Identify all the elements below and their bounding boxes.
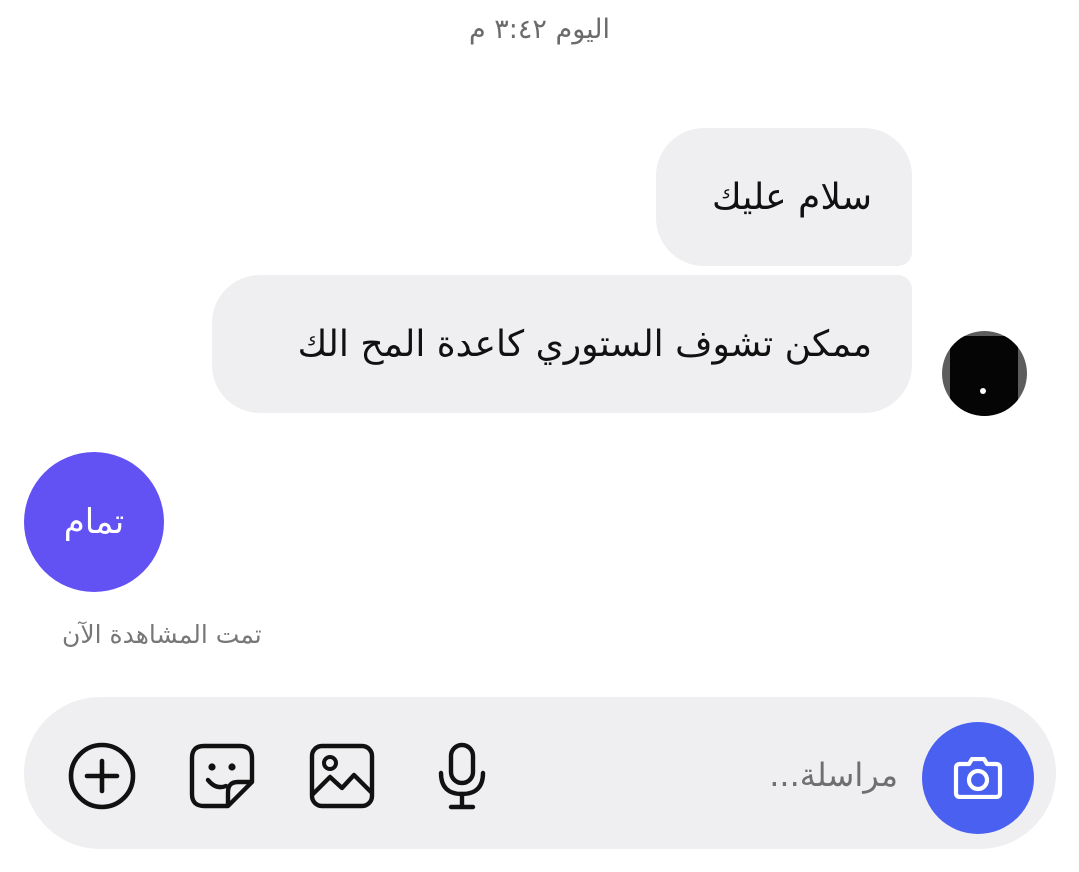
camera-button[interactable] — [922, 722, 1034, 834]
chat-timestamp: اليوم ٣:٤٢ م — [468, 14, 611, 45]
microphone-icon — [438, 742, 486, 810]
add-button[interactable] — [62, 736, 142, 816]
message-composer — [24, 697, 1056, 849]
contact-avatar[interactable] — [942, 331, 1027, 416]
message-input[interactable] — [600, 745, 898, 805]
avatar-dot — [980, 388, 986, 394]
sticker-button[interactable] — [182, 736, 262, 816]
sticker-icon — [189, 743, 255, 809]
incoming-message-bubble[interactable]: ممكن تشوف الستوري كاعدة المح الك — [212, 275, 912, 413]
gallery-icon — [309, 743, 375, 809]
gallery-button[interactable] — [302, 736, 382, 816]
incoming-message-bubble[interactable]: سلام عليك — [656, 128, 912, 266]
avatar-image — [950, 336, 1018, 416]
message-text: تمام — [63, 502, 125, 542]
microphone-button[interactable] — [422, 736, 502, 816]
camera-icon — [953, 757, 1003, 799]
plus-circle-icon — [68, 742, 136, 810]
outgoing-message-bubble[interactable]: تمام — [24, 452, 164, 592]
message-text: ممكن تشوف الستوري كاعدة المح الك — [297, 323, 872, 365]
message-text: سلام عليك — [712, 176, 872, 218]
seen-status: تمت المشاهدة الآن — [62, 620, 262, 649]
